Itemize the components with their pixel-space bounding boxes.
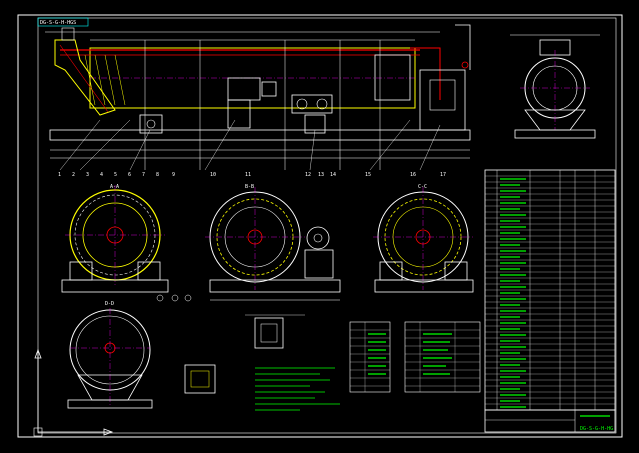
discharge-hood — [374, 24, 471, 131]
parameter-table-2 — [404, 321, 481, 393]
svg-text:17: 17 — [440, 172, 446, 178]
section-c-c: C-C — [373, 184, 474, 293]
section-d-d: D-D — [67, 301, 216, 409]
svg-text:11: 11 — [245, 172, 251, 178]
svg-text:16: 16 — [410, 172, 416, 178]
svg-text:5: 5 — [114, 172, 117, 178]
svg-text:15: 15 — [365, 172, 371, 178]
svg-text:12: 12 — [305, 172, 311, 178]
svg-text:1: 1 — [58, 172, 61, 178]
svg-text:13: 13 — [318, 172, 324, 178]
detail-view — [245, 314, 305, 349]
svg-text:3: 3 — [86, 172, 89, 178]
support-station-right — [291, 94, 333, 134]
svg-text:2: 2 — [72, 172, 75, 178]
title-block-code: DG-S-G-H-HG — [580, 426, 613, 432]
main-elevation-view — [45, 24, 471, 171]
feed-chute — [54, 39, 116, 116]
ucs-axis-icon — [33, 348, 114, 437]
technical-notes — [255, 367, 340, 411]
bill-of-materials — [484, 169, 616, 411]
section-label-a: A-A — [110, 184, 119, 190]
section-a-a: A-A — [61, 184, 192, 302]
section-label-c: C-C — [418, 184, 427, 190]
svg-text:14: 14 — [330, 172, 336, 178]
svg-text:9: 9 — [172, 172, 175, 178]
title-block: DG-S-G-H-HG — [484, 409, 616, 433]
svg-text:10: 10 — [210, 172, 216, 178]
svg-text:8: 8 — [156, 172, 159, 178]
section-label-b: B-B — [245, 184, 254, 190]
svg-text:4: 4 — [100, 172, 103, 178]
base-frame — [49, 129, 471, 141]
drawing-canvas: DG-S-G-H-HGS 1 2 3 4 5 6 7 8 9 10 11 12 … — [17, 14, 623, 438]
drive-motor — [227, 77, 277, 129]
reference-labels: 1 2 3 4 5 6 7 8 9 10 11 12 13 14 15 16 1… — [58, 172, 446, 178]
section-label-d: D-D — [105, 301, 114, 307]
parameter-table-1 — [349, 321, 391, 393]
svg-text:6: 6 — [128, 172, 131, 178]
inner-frame — [37, 17, 617, 434]
svg-text:7: 7 — [142, 172, 145, 178]
title-code-box: DG-S-G-H-HGS — [37, 17, 89, 27]
section-b-b: B-B — [205, 184, 341, 301]
title-code-text: DG-S-G-H-HGS — [40, 20, 76, 26]
end-view — [510, 34, 600, 139]
